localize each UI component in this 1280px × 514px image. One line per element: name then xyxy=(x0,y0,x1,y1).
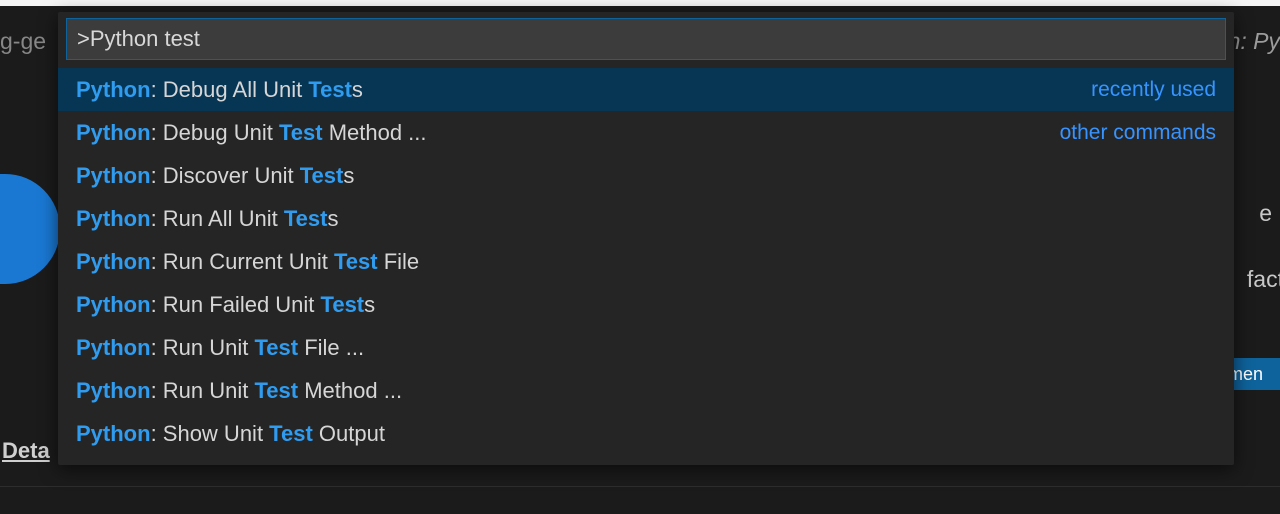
command-palette-item[interactable]: Python: Debug All Unit Testsrecently use… xyxy=(58,68,1234,111)
command-text: Method ... xyxy=(298,378,402,403)
command-palette-item-label: Python: Run Failed Unit Tests xyxy=(76,283,1216,326)
match-highlight: Test xyxy=(279,120,323,145)
command-palette: Python: Debug All Unit Testsrecently use… xyxy=(58,12,1234,465)
command-text: File ... xyxy=(298,335,364,360)
match-highlight: Test xyxy=(269,421,313,446)
command-palette-item-label: Python: Run Unit Test Method ... xyxy=(76,369,1216,412)
command-palette-item[interactable]: Python: Run All Unit Tests xyxy=(58,197,1234,240)
command-prefix: Python xyxy=(76,421,151,446)
tab-title-fragment: n: Py xyxy=(1228,28,1280,55)
command-text: s xyxy=(343,163,354,188)
command-prefix: Python xyxy=(76,206,151,231)
command-prefix: Python xyxy=(76,77,151,102)
command-text: : Debug Unit xyxy=(151,120,279,145)
command-text: s xyxy=(364,292,375,317)
match-highlight: Test xyxy=(255,378,299,403)
match-highlight: Test xyxy=(255,335,299,360)
match-highlight: Test xyxy=(308,77,352,102)
command-palette-item-label: Python: Show Unit Test Output xyxy=(76,412,1216,455)
command-palette-hint: other commands xyxy=(1060,111,1216,154)
command-palette-item[interactable]: Python: Run Unit Test File ... xyxy=(58,326,1234,369)
match-highlight: Test xyxy=(334,249,378,274)
background-text-fragment: e xyxy=(1259,200,1272,227)
command-text: : Discover Unit xyxy=(151,163,300,188)
command-prefix: Python xyxy=(76,163,151,188)
command-palette-item[interactable]: Python: Run Failed Unit Tests xyxy=(58,283,1234,326)
command-palette-item[interactable]: Python: Discover Unit Tests xyxy=(58,154,1234,197)
extension-icon xyxy=(0,174,60,284)
command-prefix: Python xyxy=(76,120,151,145)
command-palette-item-label: Python: Run Unit Test File ... xyxy=(76,326,1216,369)
match-highlight: Test xyxy=(321,292,365,317)
command-palette-item[interactable]: Python: Debug Unit Test Method ...other … xyxy=(58,111,1234,154)
command-palette-item-label: Python: Discover Unit Tests xyxy=(76,154,1216,197)
command-prefix: Python xyxy=(76,335,151,360)
command-palette-item[interactable]: Python: Run Current Unit Test File xyxy=(58,240,1234,283)
command-palette-item[interactable]: Python: Show Unit Test Output xyxy=(58,412,1234,455)
match-highlight: Test xyxy=(284,206,328,231)
background-text-fragment: fact xyxy=(1247,266,1280,293)
window-titlebar xyxy=(0,0,1280,6)
command-text: : Run Current Unit xyxy=(151,249,334,274)
command-text: File xyxy=(378,249,420,274)
command-palette-input[interactable] xyxy=(66,18,1226,60)
command-prefix: Python xyxy=(76,292,151,317)
match-highlight: Test xyxy=(300,163,344,188)
command-palette-list: Python: Debug All Unit Testsrecently use… xyxy=(58,68,1234,465)
command-palette-item-label: Python: Run Current Unit Test File xyxy=(76,240,1216,283)
command-palette-item-label: Python: Debug All Unit Tests xyxy=(76,68,1091,111)
command-text: s xyxy=(327,206,338,231)
command-text: : Run Unit xyxy=(151,378,255,403)
command-text: : Run All Unit xyxy=(151,206,284,231)
command-palette-hint: recently used xyxy=(1091,68,1216,111)
command-palette-item-label: Python: Run All Unit Tests xyxy=(76,197,1216,240)
details-tab-fragment[interactable]: Deta xyxy=(2,438,50,464)
command-text: : Run Unit xyxy=(151,335,255,360)
command-text: : Run Failed Unit xyxy=(151,292,321,317)
command-text: : Debug All Unit xyxy=(151,77,309,102)
divider xyxy=(0,486,1280,487)
command-text: Method ... xyxy=(323,120,427,145)
command-text: s xyxy=(352,77,363,102)
command-palette-item[interactable]: Python: Run Unit Test Method ... xyxy=(58,369,1234,412)
command-palette-item-label: Python: Debug Unit Test Method ... xyxy=(76,111,1060,154)
command-prefix: Python xyxy=(76,249,151,274)
command-text: Output xyxy=(313,421,385,446)
command-prefix: Python xyxy=(76,378,151,403)
breadcrumb-fragment: g-ge xyxy=(0,28,46,55)
command-text: : Show Unit xyxy=(151,421,270,446)
